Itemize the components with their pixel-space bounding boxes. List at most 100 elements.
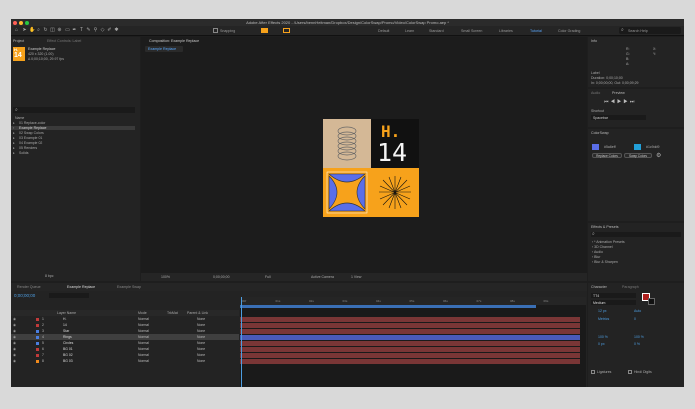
color-1-swatch[interactable] xyxy=(592,144,599,150)
home-icon[interactable]: ⌂ xyxy=(14,28,19,33)
layer-row[interactable]: ◉ 8 BG 03 Normal None xyxy=(11,358,239,364)
stamp-tool-icon[interactable]: ⚲ xyxy=(93,28,98,33)
effects-item[interactable]: › * Animation Presets xyxy=(588,240,684,244)
workspace-learn[interactable]: Learn xyxy=(405,29,414,33)
timeline-tab[interactable]: Example Swap xyxy=(117,285,141,289)
visibility-eye-icon[interactable]: ◉ xyxy=(13,358,16,364)
playback-controls[interactable]: ⏮◀▶▶⏭ xyxy=(604,99,636,105)
comp-views[interactable]: 1 View xyxy=(351,275,361,279)
brush-tool-icon[interactable]: ✎ xyxy=(86,28,91,33)
project-bpc[interactable]: 8 bpc xyxy=(45,274,54,278)
workspace-tutorial[interactable]: Tutorial xyxy=(530,29,542,33)
layer-name[interactable]: BG 03 xyxy=(63,358,73,364)
search-help-field[interactable]: ⌕ Search Help xyxy=(619,27,681,34)
selection-tool-icon[interactable]: ➤ xyxy=(22,28,27,33)
workspace-libraries[interactable]: Libraries xyxy=(499,29,513,33)
project-column-name[interactable]: Name xyxy=(15,116,24,120)
tsume-value[interactable]: 0 % xyxy=(634,342,640,346)
layer-label-color[interactable] xyxy=(36,329,39,333)
swap-colors-button[interactable]: Swap Colors xyxy=(624,153,652,158)
col-mode[interactable]: Mode xyxy=(138,311,147,315)
timeline-tab[interactable]: Example Replace xyxy=(67,285,95,289)
project-item[interactable]: ▸ 04 Example 02 xyxy=(11,141,135,145)
comp-camera[interactable]: Active Camera xyxy=(311,275,334,279)
comp-timecode[interactable]: 0;00;00;00 xyxy=(213,275,230,279)
project-item[interactable]: ▸ 02 Swap Colors xyxy=(11,131,135,135)
project-item[interactable]: ▸ Solids xyxy=(11,151,135,155)
tab-composition[interactable]: Composition: Example Replace xyxy=(149,39,199,43)
horizontal-scale-value[interactable]: 100 % xyxy=(634,335,644,339)
effects-search-input[interactable]: ⌕ xyxy=(591,231,681,237)
layer-label-color[interactable] xyxy=(36,335,39,339)
type-tool-icon[interactable]: T xyxy=(79,28,84,33)
layer-label-color[interactable] xyxy=(36,341,39,345)
gear-icon[interactable]: ⚙ xyxy=(656,152,661,159)
tab-paragraph[interactable]: Paragraph xyxy=(622,285,639,289)
fill-color-swatch[interactable] xyxy=(261,28,268,33)
baseline-shift-value[interactable]: 0 px xyxy=(598,342,605,346)
ligatures-checkbox[interactable] xyxy=(591,370,595,374)
zoom-tool-icon[interactable]: ⌕ xyxy=(36,28,41,33)
kerning-value[interactable]: Metrics xyxy=(598,317,609,321)
pan-behind-tool-icon[interactable]: ⊕ xyxy=(57,28,62,33)
timeline-timecode[interactable]: 0;00;00;00 xyxy=(14,293,35,298)
tab-preview[interactable]: Preview xyxy=(612,91,625,95)
text-stroke-swatch[interactable] xyxy=(648,298,655,305)
col-parent[interactable]: Parent & Link xyxy=(187,311,208,315)
tracking-value[interactable]: 0 xyxy=(634,317,636,321)
stroke-color-swatch[interactable] xyxy=(283,28,290,33)
project-search-input[interactable]: ⌕ xyxy=(13,107,135,113)
tab-character[interactable]: Character xyxy=(591,285,607,289)
tab-effects-presets[interactable]: Effects & Presets xyxy=(591,225,619,229)
effects-item[interactable]: › 3D Channel xyxy=(588,245,684,249)
comp-zoom[interactable]: 100% xyxy=(161,275,170,279)
vertical-scale-value[interactable]: 100 % xyxy=(598,335,608,339)
col-layer-name[interactable]: Layer Name xyxy=(57,311,76,315)
roto-brush-tool-icon[interactable]: ✐ xyxy=(107,28,112,33)
rectangle-tool-icon[interactable]: ▭ xyxy=(65,28,70,33)
hand-tool-icon[interactable]: ✋ xyxy=(29,28,35,33)
color-2-hex[interactable]: #1c9dd9 xyxy=(646,145,659,149)
project-item[interactable]: ▸ 05 Renders xyxy=(11,146,135,150)
snapping-checkbox[interactable] xyxy=(213,28,218,33)
layer-label-color[interactable] xyxy=(36,353,39,357)
layer-label-color[interactable] xyxy=(36,347,39,351)
col-trkmat[interactable]: TrkMat xyxy=(167,311,178,315)
hindi-digits-checkbox[interactable] xyxy=(628,370,632,374)
camera-tool-icon[interactable]: ◫ xyxy=(50,28,55,33)
workspace-color-grading[interactable]: Color Grading xyxy=(558,29,580,33)
layer-label-color[interactable] xyxy=(36,317,39,321)
tab-info[interactable]: Info xyxy=(591,39,597,43)
layer-duration-bar[interactable] xyxy=(240,358,580,364)
puppet-tool-icon[interactable]: ✱ xyxy=(114,28,119,33)
playhead[interactable] xyxy=(241,297,242,387)
tab-audio[interactable]: Audio xyxy=(591,91,600,95)
effects-item[interactable]: › Audio xyxy=(588,250,684,254)
color-2-swatch[interactable] xyxy=(634,144,641,150)
workspace-small-screen[interactable]: Small Screen xyxy=(461,29,482,33)
workspace-default[interactable]: Default xyxy=(378,29,389,33)
comp-quality[interactable]: Full xyxy=(265,275,271,279)
color-1-hex[interactable]: #5a6eff xyxy=(604,145,616,149)
tab-colorswap[interactable]: ColorSwap xyxy=(591,131,609,135)
timeline-tab[interactable]: Render Queue xyxy=(17,285,41,289)
comp-subtab[interactable]: Example Replace xyxy=(145,46,183,52)
layer-label-color[interactable] xyxy=(36,359,39,363)
tab-project[interactable]: Project xyxy=(13,39,24,43)
layer-mode-select[interactable]: Normal xyxy=(138,358,149,364)
tab-effect-controls[interactable]: Effect Controls: Label xyxy=(47,39,81,43)
effects-item[interactable]: › Blur xyxy=(588,255,684,259)
replace-colors-button[interactable]: Replace Colors xyxy=(592,153,622,158)
effects-item[interactable]: › Blur & Sharpen xyxy=(588,260,684,264)
project-item[interactable]: ▪ Example Replace xyxy=(11,126,135,130)
pen-tool-icon[interactable]: ✒ xyxy=(72,28,77,33)
shortcut-select[interactable]: Spacebar xyxy=(591,115,646,120)
workspace-standard[interactable]: Standard xyxy=(429,29,444,33)
leading-value[interactable]: Auto xyxy=(634,309,641,313)
project-item[interactable]: ▸ 03 Example 01 xyxy=(11,136,135,140)
font-style-select[interactable]: Medium xyxy=(591,300,636,305)
layer-label-color[interactable] xyxy=(36,323,39,327)
font-family-select[interactable]: TT4 xyxy=(591,293,636,298)
work-area-bar[interactable] xyxy=(240,305,536,308)
layer-parent-select[interactable]: None xyxy=(197,358,205,364)
